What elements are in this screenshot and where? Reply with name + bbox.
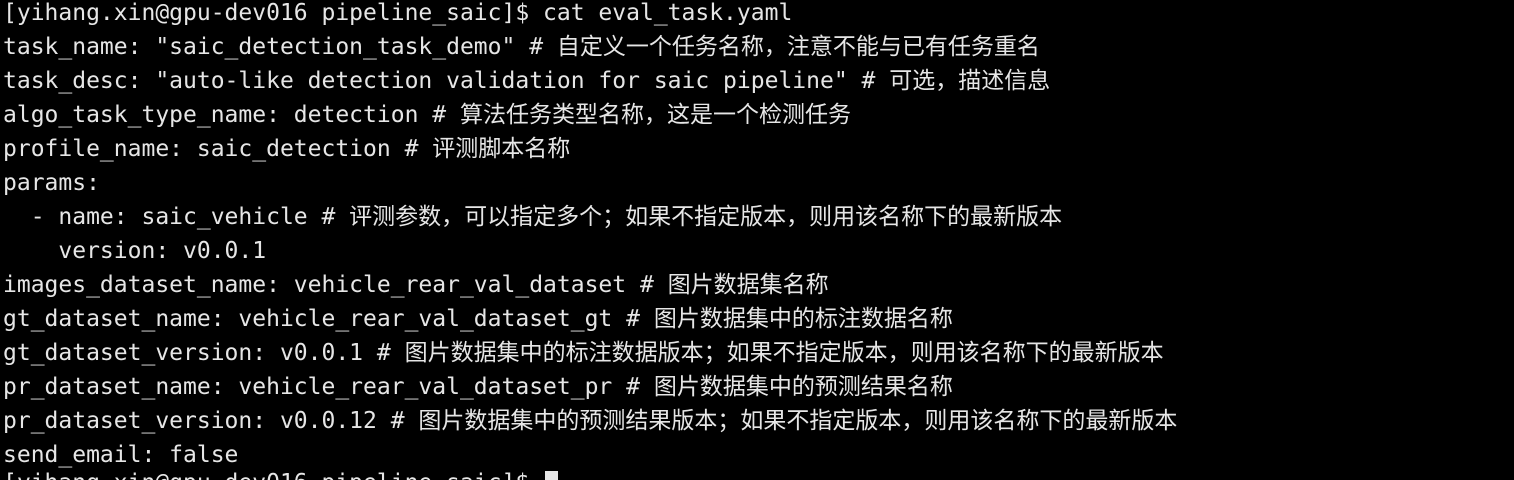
terminal-prompt-line[interactable]: [yihang.xin@gpu-dev016 pipeline_saic]$ xyxy=(3,466,559,480)
terminal-line-images-dataset: images_dataset_name: vehicle_rear_val_da… xyxy=(3,272,829,298)
terminal-line-gt-dataset-version: gt_dataset_version: v0.0.1 # 图片数据集中的标注数据… xyxy=(3,340,1164,366)
terminal-line-pr-dataset-name: pr_dataset_name: vehicle_rear_val_datase… xyxy=(3,374,953,400)
terminal-line-pr-dataset-version: pr_dataset_version: v0.0.12 # 图片数据集中的预测结… xyxy=(3,408,1178,434)
terminal-line-param-name: - name: saic_vehicle # 评测参数，可以指定多个；如果不指定… xyxy=(3,204,1063,230)
terminal-window[interactable]: [yihang.xin@gpu-dev016 pipeline_saic]$ c… xyxy=(0,0,1514,480)
terminal-line-algo-task-type: algo_task_type_name: detection # 算法任务类型名… xyxy=(3,102,851,128)
terminal-line-profile-name: profile_name: saic_detection # 评测脚本名称 xyxy=(3,136,571,162)
terminal-prompt: [yihang.xin@gpu-dev016 pipeline_saic]$ xyxy=(3,470,543,480)
terminal-line-gt-dataset-name: gt_dataset_name: vehicle_rear_val_datase… xyxy=(3,306,953,332)
terminal-line-task-desc: task_desc: "auto-like detection validati… xyxy=(3,68,1051,94)
text-cursor xyxy=(545,470,559,480)
terminal-line-task-name: task_name: "saic_detection_task_demo" # … xyxy=(3,34,1040,60)
terminal-line-param-version: version: v0.0.1 xyxy=(3,238,267,264)
terminal-line-command: [yihang.xin@gpu-dev016 pipeline_saic]$ c… xyxy=(3,0,793,26)
terminal-line-params: params: xyxy=(3,170,100,196)
